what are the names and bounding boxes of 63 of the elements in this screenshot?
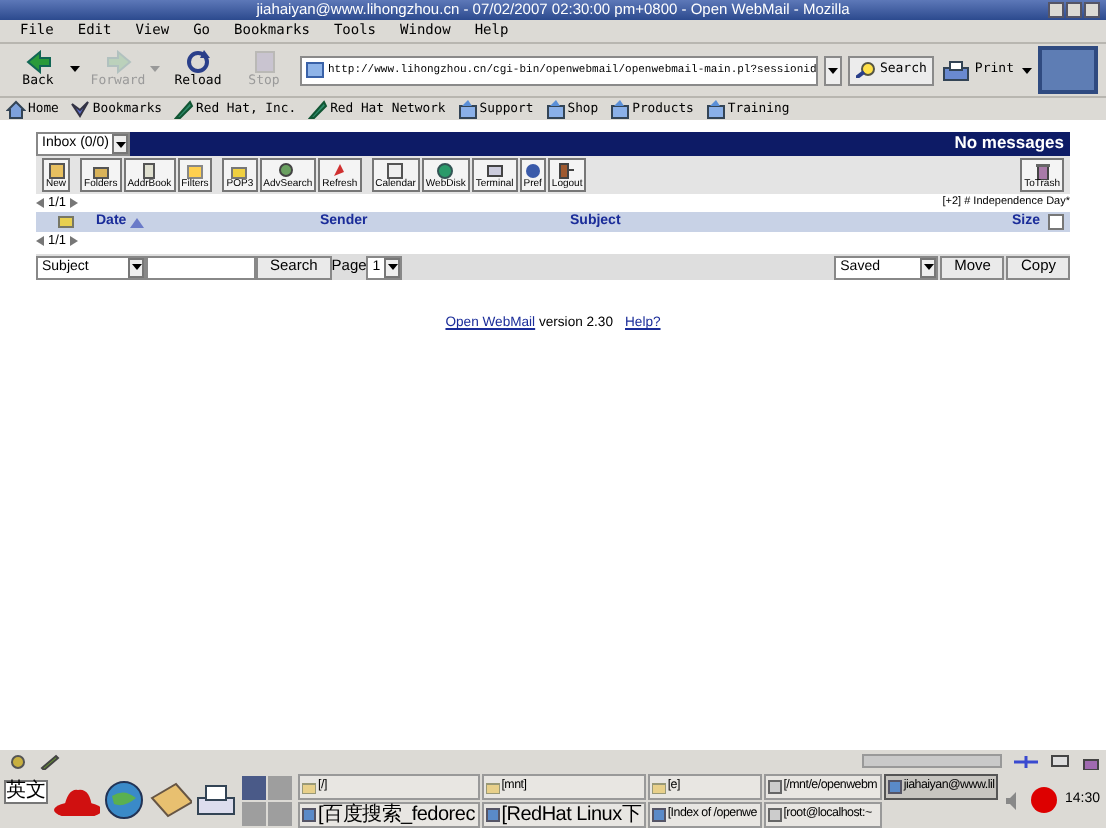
task-button[interactable]: [百度搜索_fedorec xyxy=(298,801,480,827)
globe-icon[interactable] xyxy=(104,780,144,820)
pencil-icon[interactable] xyxy=(40,753,60,769)
tool-icon xyxy=(278,162,297,180)
tool-icon xyxy=(47,162,65,180)
browser-logo xyxy=(1038,46,1098,94)
printer-icon xyxy=(942,59,971,81)
maximize-button[interactable] xyxy=(1066,2,1082,18)
trash-can-icon xyxy=(1033,162,1052,180)
tool-icon xyxy=(386,162,405,180)
minimize-button[interactable] xyxy=(1048,2,1064,18)
caret-down-icon[interactable] xyxy=(1022,67,1032,73)
tool-icon xyxy=(436,162,455,180)
prev-page-icon[interactable] xyxy=(36,198,44,208)
reload-icon xyxy=(183,50,213,75)
folder-icon xyxy=(302,779,316,793)
search-input[interactable] xyxy=(146,255,256,279)
folder-icon xyxy=(485,779,500,793)
stop-icon xyxy=(249,50,279,75)
tool-icon xyxy=(558,162,577,180)
caret-down-icon xyxy=(387,264,398,270)
monitor-icon[interactable] xyxy=(1050,753,1070,769)
tool-icon xyxy=(185,162,204,180)
tool-icon xyxy=(330,162,349,180)
back-arrow-icon xyxy=(23,50,53,75)
folder-icon xyxy=(545,99,566,119)
close-button[interactable] xyxy=(1084,2,1100,18)
browser-icon xyxy=(651,807,666,821)
dropdown-button[interactable] xyxy=(823,55,842,85)
tool-icon xyxy=(140,162,159,180)
status-text: No messages xyxy=(954,134,1066,154)
browser-icon xyxy=(485,807,500,821)
next-page-icon[interactable] xyxy=(70,236,79,246)
caret-down-icon xyxy=(131,264,141,270)
lock-icon[interactable] xyxy=(1082,753,1100,769)
prev-page-icon[interactable] xyxy=(36,236,44,246)
workspace-switcher[interactable] xyxy=(242,775,292,825)
browser-icon xyxy=(302,807,316,821)
caret-down-icon xyxy=(923,264,934,270)
select-all-checkbox[interactable] xyxy=(1048,214,1064,230)
browser-icon xyxy=(887,779,902,793)
folder-icon xyxy=(457,99,478,119)
caret-down-icon xyxy=(115,141,126,147)
magnifier-icon xyxy=(855,62,876,78)
next-page-icon[interactable] xyxy=(70,198,79,208)
folder-icon xyxy=(651,779,666,793)
task-button[interactable]: [RedHat Linux下 xyxy=(481,801,646,827)
house-icon xyxy=(6,99,26,119)
printer-icon[interactable] xyxy=(196,782,236,818)
hat-icon[interactable] xyxy=(52,784,100,816)
caret-down-icon[interactable] xyxy=(70,66,80,73)
sort-up-icon xyxy=(130,217,145,227)
page-icon xyxy=(306,62,324,78)
forward-arrow-icon xyxy=(103,50,133,75)
folder-icon xyxy=(705,99,726,119)
input-method-indicator[interactable]: 英文 xyxy=(4,780,48,804)
folder-icon xyxy=(610,99,631,119)
gear-icon[interactable] xyxy=(8,753,28,769)
caret-down-icon xyxy=(827,67,838,73)
tool-icon xyxy=(230,162,249,180)
tool-icon xyxy=(91,162,110,180)
meter-bar xyxy=(862,754,1002,768)
record-icon[interactable] xyxy=(1030,786,1059,814)
